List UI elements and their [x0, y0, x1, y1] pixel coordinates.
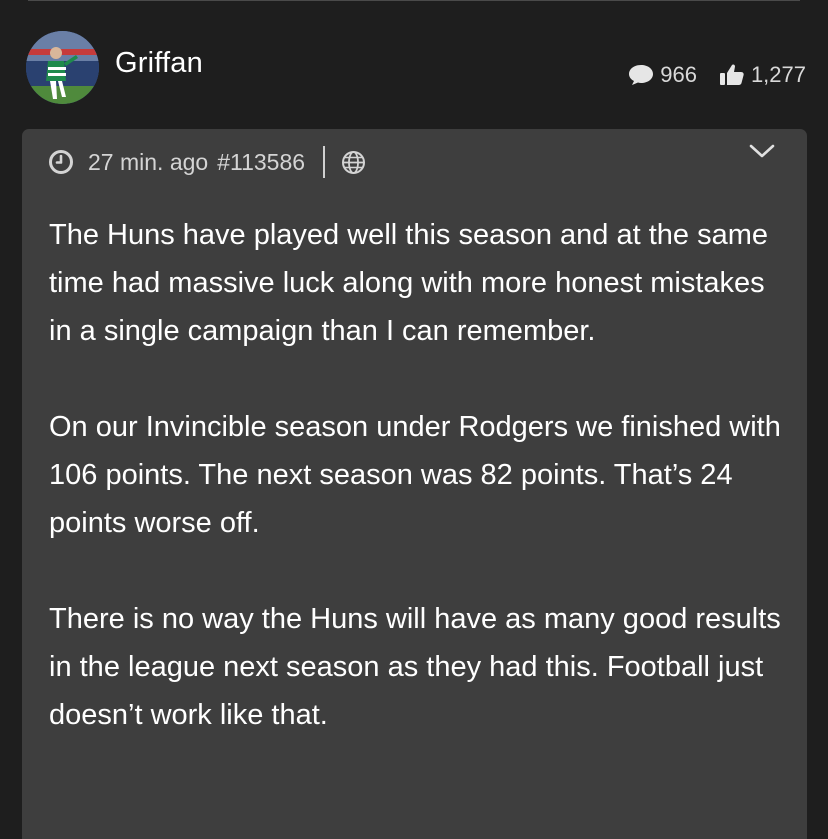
post-paragraph: On our Invincible season under Rodgers w… — [49, 411, 781, 539]
thumbs-up-icon — [719, 63, 745, 87]
post-card: 27 min. ago #113586 The Huns have played… — [22, 129, 807, 839]
user-stats: 966 1,277 — [628, 62, 806, 88]
comments-stat: 966 — [628, 62, 697, 88]
meta-separator — [323, 146, 326, 178]
post-page: Griffan 966 1,277 27 min. ago #113586 Th… — [0, 0, 828, 839]
username[interactable]: Griffan — [115, 47, 203, 80]
post-author-row: Griffan 966 1,277 — [0, 0, 828, 125]
likes-stat: 1,277 — [719, 62, 806, 88]
post-body: The Huns have played well this season an… — [49, 211, 789, 787]
post-id[interactable]: #113586 — [217, 149, 305, 176]
post-meta: 27 min. ago #113586 — [48, 145, 366, 179]
speech-bubble-icon — [628, 64, 654, 86]
globe-icon — [341, 150, 366, 175]
post-paragraph: There is no way the Huns will have as ma… — [49, 603, 781, 731]
post-time: 27 min. ago — [88, 148, 209, 175]
chevron-down-icon[interactable] — [749, 143, 775, 159]
clock-icon — [48, 149, 74, 175]
user-avatar[interactable] — [26, 31, 99, 104]
likes-count: 1,277 — [750, 62, 806, 87]
comments-count: 966 — [660, 62, 697, 87]
post-paragraph: The Huns have played well this season an… — [49, 219, 768, 347]
